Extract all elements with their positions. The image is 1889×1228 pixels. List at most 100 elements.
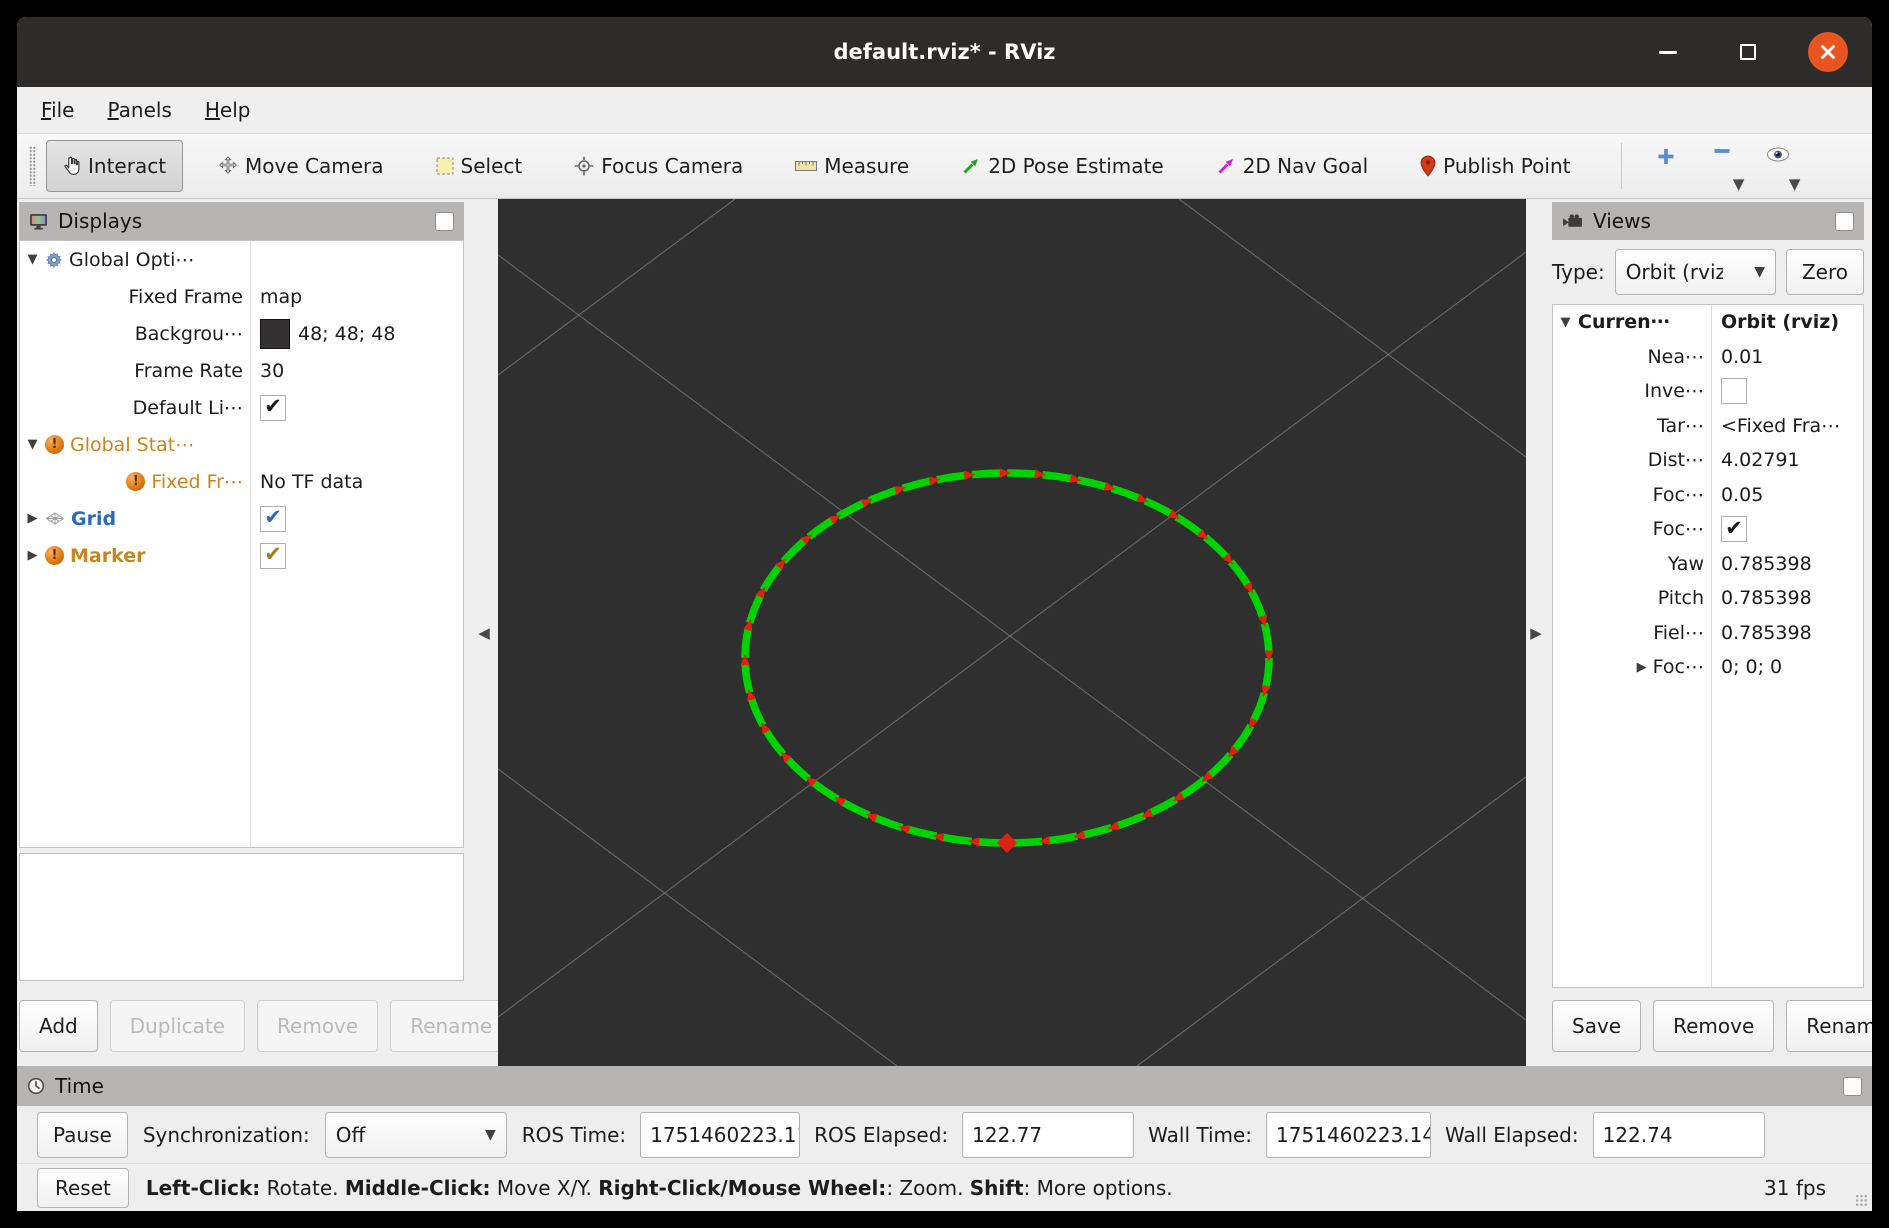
view-type-dropdown[interactable]: Orbit (rviz) ▼ [1615, 249, 1776, 295]
toolbar-drag-handle[interactable] [29, 146, 36, 186]
views-save-button[interactable]: Save [1552, 1000, 1641, 1052]
resize-grip[interactable] [1855, 1194, 1868, 1207]
ros-time-field[interactable]: 1751460223.11 [640, 1112, 800, 1158]
3d-viewport[interactable] [498, 199, 1526, 1066]
view-row-pitch[interactable]: Pitch0.785398 [1553, 581, 1863, 616]
left-splitter[interactable]: ◀ [470, 199, 498, 1066]
displays-duplicate-button[interactable]: Duplicate [110, 1000, 245, 1052]
reset-button[interactable]: Reset [37, 1168, 129, 1208]
view-row-foc[interactable]: ▶Foc⋯0; 0; 0 [1553, 650, 1863, 685]
displays-float-toggle[interactable] [435, 212, 454, 231]
checkbox-checked[interactable]: ✔ [260, 506, 286, 532]
view-row-tar[interactable]: Tar⋯ <Fixed Fra⋯ [1553, 409, 1863, 444]
row-value-cell[interactable]: <Fixed Fra⋯ [1711, 415, 1863, 437]
menu-panels[interactable]: Panels [107, 98, 171, 122]
checkbox-unchecked[interactable] [1721, 378, 1747, 404]
row-value-cell[interactable]: 30 [250, 360, 463, 382]
time-panel-header[interactable]: Time [17, 1066, 1872, 1106]
time-float-toggle[interactable] [1843, 1077, 1862, 1096]
tool-move-camera[interactable]: Move Camera [201, 140, 400, 192]
tool-select[interactable]: Select [419, 140, 540, 192]
minimize-button[interactable] [1648, 32, 1688, 72]
row-value-cell[interactable]: 0.785398 [1711, 553, 1863, 575]
displays-add-button[interactable]: Add [19, 1000, 98, 1052]
display-row-fixed-frame[interactable]: Fixed Framemap [20, 278, 463, 315]
tool-measure[interactable]: Measure [778, 140, 926, 192]
view-row-dist[interactable]: Dist⋯4.02791 [1553, 443, 1863, 478]
remove-tool-button[interactable]: ▼ [1694, 139, 1750, 193]
display-row-backgrou[interactable]: Backgrou⋯48; 48; 48 [20, 315, 463, 352]
row-value-cell[interactable]: ✔ [1711, 516, 1863, 542]
caret-right-icon[interactable]: ▶ [1637, 660, 1647, 675]
display-row-grid[interactable]: ▶Grid✔ [20, 500, 463, 537]
views-float-toggle[interactable] [1835, 212, 1854, 231]
pause-button[interactable]: Pause [37, 1112, 128, 1158]
zero-button[interactable]: Zero [1786, 249, 1864, 295]
displays-panel-header[interactable]: Displays [19, 202, 464, 240]
caret-down-icon[interactable]: ▼ [28, 252, 38, 267]
row-value-cell[interactable]: 0.05 [1711, 484, 1863, 506]
caret-right-icon[interactable]: ▶ [28, 548, 38, 563]
caret-down-icon[interactable]: ▼ [28, 437, 38, 452]
view-type-label: Type: [1552, 260, 1605, 284]
display-row-global-opti[interactable]: ▼Global Opti⋯ [20, 241, 463, 278]
chevron-down-icon[interactable]: ▼ [1733, 175, 1745, 193]
row-value-cell[interactable]: 0; 0; 0 [1711, 656, 1863, 678]
ros-elapsed-field[interactable]: 122.77 [962, 1112, 1134, 1158]
display-row-global-stat[interactable]: ▼!Global Stat⋯ [20, 426, 463, 463]
display-row-marker[interactable]: ▶!Marker✔ [20, 537, 463, 574]
titlebar[interactable]: default.rviz* - RViz [17, 17, 1872, 87]
views-rename-button[interactable]: Rename [1786, 1000, 1872, 1052]
caret-down-icon[interactable]: ▼ [1561, 315, 1571, 330]
row-value-cell[interactable]: Orbit (rviz) [1711, 311, 1863, 333]
row-value-cell[interactable] [1711, 378, 1863, 404]
row-value-cell[interactable]: ✔ [250, 543, 463, 569]
display-row-frame-rate[interactable]: Frame Rate30 [20, 352, 463, 389]
views-panel-header[interactable]: Views [1552, 202, 1864, 240]
menu-file[interactable]: File [41, 98, 74, 122]
add-tool-button[interactable] [1638, 139, 1694, 193]
view-row-foc[interactable]: Foc⋯✔ [1553, 512, 1863, 547]
wall-elapsed-field[interactable]: 122.74 [1593, 1112, 1765, 1158]
display-row-default-li[interactable]: Default Li⋯✔ [20, 389, 463, 426]
synchronization-dropdown[interactable]: Off ▼ [325, 1112, 507, 1158]
row-value-cell[interactable]: 0.01 [1711, 346, 1863, 368]
checkbox-checked[interactable]: ✔ [260, 543, 286, 569]
row-label: Curren⋯ [1578, 311, 1670, 333]
row-value-cell[interactable]: ✔ [250, 395, 463, 421]
row-value-cell[interactable]: map [250, 286, 463, 308]
row-value-cell[interactable]: 4.02791 [1711, 449, 1863, 471]
tool-2d-nav-goal[interactable]: 2D Nav Goal [1199, 140, 1385, 192]
row-value-cell[interactable]: No TF data [250, 471, 463, 493]
right-splitter[interactable]: ▶ [1526, 199, 1546, 1066]
row-value-cell[interactable]: 0.785398 [1711, 622, 1863, 644]
menu-help[interactable]: Help [205, 98, 251, 122]
display-row-fixed-fr[interactable]: !Fixed Fr⋯No TF data [20, 463, 463, 500]
caret-right-icon[interactable]: ▶ [28, 511, 38, 526]
view-row-inve[interactable]: Inve⋯ [1553, 374, 1863, 409]
checkbox-checked[interactable]: ✔ [1721, 516, 1747, 542]
view-row-foc[interactable]: Foc⋯0.05 [1553, 478, 1863, 513]
tool-publish-point[interactable]: Publish Point [1403, 140, 1587, 192]
view-row-curren[interactable]: ▼ Curren⋯ Orbit (rviz) [1553, 305, 1863, 340]
maximize-button[interactable] [1728, 32, 1768, 72]
view-row-fiel[interactable]: Fiel⋯0.785398 [1553, 616, 1863, 651]
tool-visibility-button[interactable]: ▼ [1750, 139, 1806, 193]
row-value-cell[interactable]: 0.785398 [1711, 587, 1863, 609]
row-label: Tar⋯ [1657, 415, 1704, 437]
wall-time-field[interactable]: 1751460223.14 [1266, 1112, 1431, 1158]
row-value-cell[interactable]: ✔ [250, 506, 463, 532]
tool-focus-camera[interactable]: Focus Camera [557, 140, 760, 192]
chevron-down-icon[interactable]: ▼ [1789, 175, 1801, 193]
views-remove-button[interactable]: Remove [1653, 1000, 1774, 1052]
row-label: Marker [70, 545, 145, 567]
displays-remove-button[interactable]: Remove [257, 1000, 378, 1052]
view-row-yaw[interactable]: Yaw0.785398 [1553, 547, 1863, 582]
checkbox-checked[interactable]: ✔ [260, 395, 286, 421]
color-swatch[interactable] [260, 319, 290, 349]
tool-2d-pose-estimate[interactable]: 2D Pose Estimate [944, 140, 1181, 192]
row-value-cell[interactable]: 48; 48; 48 [250, 319, 463, 349]
tool-interact[interactable]: Interact [46, 140, 183, 192]
close-button[interactable] [1808, 32, 1848, 72]
view-row-nea[interactable]: Nea⋯0.01 [1553, 340, 1863, 375]
